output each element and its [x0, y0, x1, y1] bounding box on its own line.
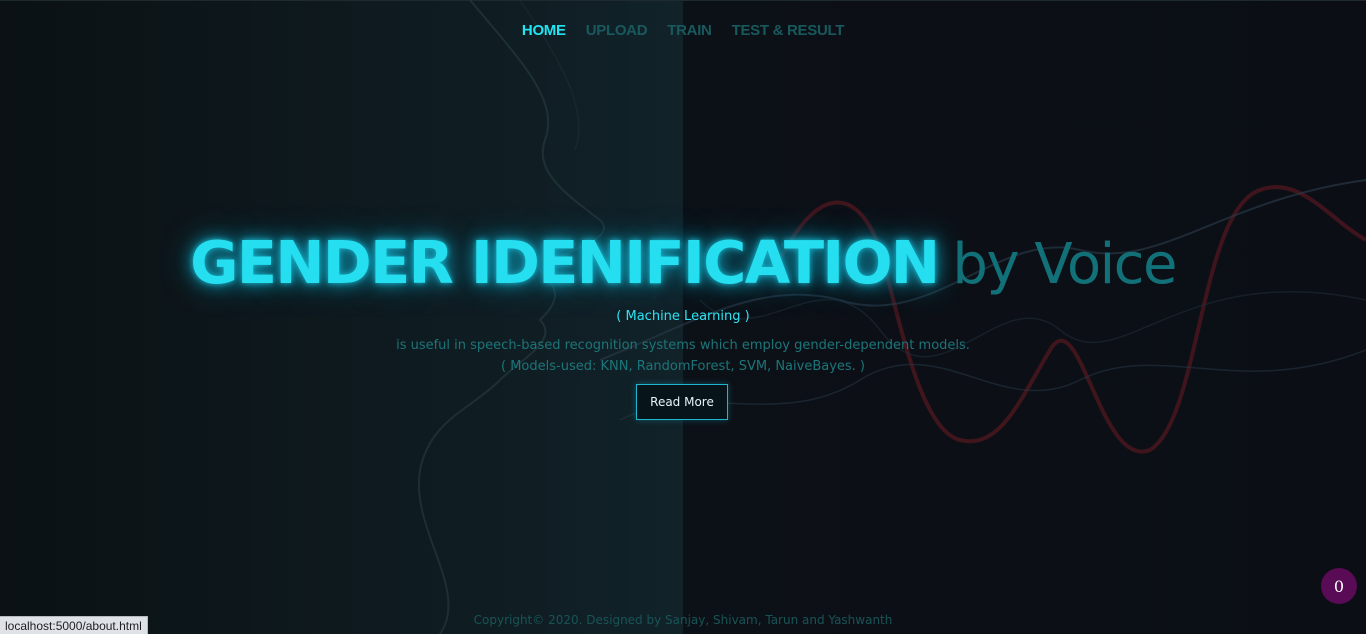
- machine-learning-tag: ( Machine Learning ): [616, 309, 750, 324]
- hero-title-sub: by Voice: [952, 232, 1177, 297]
- nav-train-link[interactable]: TRAIN: [667, 22, 712, 39]
- notification-badge[interactable]: 0: [1321, 568, 1357, 604]
- read-more-button[interactable]: Read More: [636, 384, 728, 420]
- hero-title: GENDER IDENIFICATION by Voice: [0, 228, 1366, 297]
- main-nav: HOME UPLOAD TRAIN TEST & RESULT: [0, 22, 1366, 39]
- status-bar-url: localhost:5000/about.html: [0, 616, 148, 634]
- description-line-2: ( Models-used: KNN, RandomForest, SVM, N…: [501, 359, 865, 374]
- nav-upload-link[interactable]: UPLOAD: [586, 22, 648, 39]
- hero-title-main: GENDER IDENIFICATION: [190, 228, 940, 297]
- nav-home-link[interactable]: HOME: [522, 22, 566, 39]
- footer-copyright: Copyright© 2020. Designed by Sanjay, Shi…: [473, 613, 893, 627]
- hero-description: is useful in speech-based recognition sy…: [0, 335, 1366, 377]
- description-line-1: is useful in speech-based recognition sy…: [396, 338, 970, 353]
- nav-test-result-link[interactable]: TEST & RESULT: [732, 22, 845, 39]
